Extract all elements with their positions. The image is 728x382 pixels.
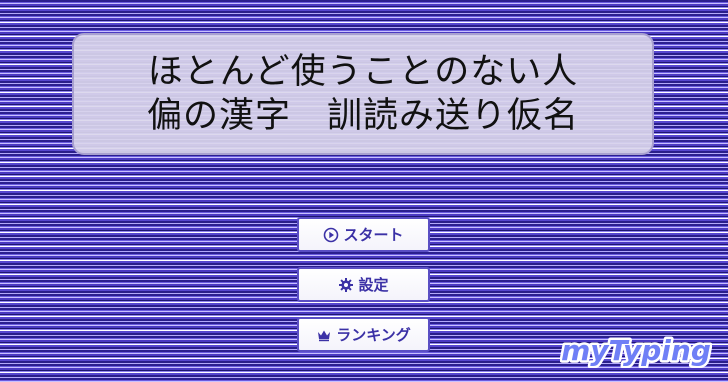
start-button[interactable]: スタート: [297, 217, 430, 252]
settings-button-label: 設定: [358, 276, 389, 294]
crown-icon: [316, 327, 332, 343]
title-line-2: 偏の漢字 訓読み送り仮名: [146, 96, 579, 136]
settings-button[interactable]: 設定: [297, 267, 430, 302]
ranking-button[interactable]: ランキング: [297, 317, 430, 352]
ranking-button-label: ランキング: [336, 326, 411, 344]
play-circle-icon: [323, 227, 339, 243]
mytyping-logo: myTyping: [559, 330, 714, 370]
start-button-label: スタート: [343, 226, 404, 244]
title-line-1: ほとんど使うことのない人: [147, 52, 579, 92]
logo-text: myTyping: [561, 334, 711, 367]
title-panel: ほとんど使うことのない人 偏の漢字 訓読み送り仮名: [72, 33, 654, 155]
gear-icon: [338, 277, 354, 293]
